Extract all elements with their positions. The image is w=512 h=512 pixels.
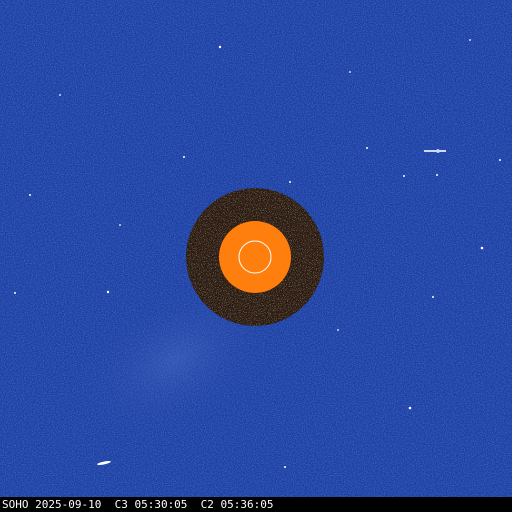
star <box>119 224 121 226</box>
caption-bar: SOHO 2025-09-10 C3 05:30:05 C2 05:36:05 <box>0 497 512 512</box>
star <box>284 466 286 468</box>
occulter-disk <box>219 221 291 293</box>
coronagraph-image: SOHO 2025-09-10 C3 05:30:05 C2 05:36:05 <box>0 0 512 512</box>
sky-field <box>0 0 512 497</box>
star <box>480 246 484 250</box>
star <box>469 39 471 41</box>
star <box>29 194 31 196</box>
star <box>408 406 412 410</box>
star <box>289 181 291 183</box>
star-streak <box>424 150 446 152</box>
star <box>436 174 438 176</box>
star <box>106 290 110 294</box>
star <box>337 329 339 331</box>
star <box>59 94 61 96</box>
star <box>403 175 405 177</box>
image-canvas <box>0 0 512 497</box>
star <box>499 159 501 161</box>
timestamp-caption: SOHO 2025-09-10 C3 05:30:05 C2 05:36:05 <box>2 498 274 511</box>
star <box>432 296 434 298</box>
star <box>349 71 351 73</box>
star <box>366 147 368 149</box>
star <box>218 45 222 49</box>
star <box>14 292 16 294</box>
star <box>183 156 185 158</box>
